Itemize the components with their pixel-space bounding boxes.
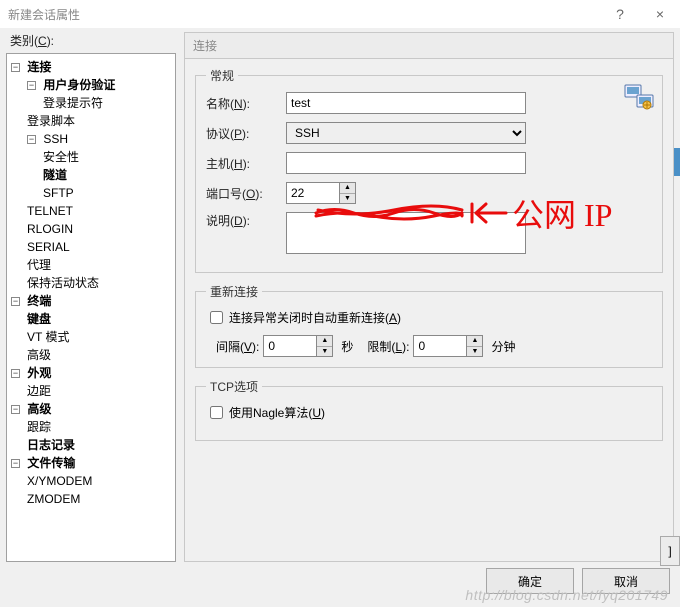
spin-down-icon[interactable]: ▼ (317, 347, 332, 357)
limit-stepper[interactable]: ▲ ▼ (413, 335, 483, 357)
tree-sftp[interactable]: SFTP (43, 186, 74, 200)
right-accent-bar (674, 148, 680, 176)
port-stepper[interactable]: ▲ ▼ (286, 182, 356, 204)
tree-advanced[interactable]: 高级 (27, 402, 51, 416)
help-button[interactable]: ? (600, 0, 640, 28)
tree-toggle-icon[interactable]: − (11, 63, 20, 72)
reconnect-legend: 重新连接 (206, 283, 262, 300)
tree-zmodem[interactable]: ZMODEM (27, 492, 80, 506)
tree-serial[interactable]: SERIAL (27, 240, 70, 254)
interval-input[interactable] (264, 336, 316, 356)
tree-toggle-icon[interactable]: − (11, 297, 20, 306)
category-tree[interactable]: − 连接 − 用户身份验证 登录提示符 登录脚本 (6, 53, 176, 562)
limit-label: 限制(L): (367, 338, 409, 355)
desc-textarea[interactable] (286, 212, 526, 254)
protocol-label: 协议(P): (206, 125, 286, 142)
tree-vtmode[interactable]: VT 模式 (27, 330, 69, 344)
general-group: 常规 名称(N): 协议(P): SSH 主机(H): 端口号(O): (195, 67, 663, 273)
right-column: 连接 常规 名称(N): 协议(P): SSH (184, 32, 674, 562)
spin-down-icon[interactable]: ▼ (340, 194, 355, 204)
port-input[interactable] (287, 183, 339, 203)
general-legend: 常规 (206, 67, 238, 84)
name-label: 名称(N): (206, 95, 286, 112)
interval-unit: 秒 (341, 338, 353, 355)
port-label: 端口号(O): (206, 185, 286, 202)
window-title: 新建会话属性 (8, 6, 80, 23)
spin-up-icon[interactable]: ▲ (467, 336, 482, 347)
tree-user-auth[interactable]: 用户身份验证 (43, 78, 115, 92)
tree-appearance[interactable]: 外观 (27, 366, 51, 380)
titlebar: 新建会话属性 ? × (0, 0, 680, 28)
tree-advanced-term[interactable]: 高级 (27, 348, 51, 362)
desc-label: 说明(D): (206, 212, 286, 229)
left-column: 类别(C): − 连接 − 用户身份验证 登录提示符 (6, 32, 176, 562)
panel-body: 常规 名称(N): 协议(P): SSH 主机(H): 端口号(O): (184, 58, 674, 562)
limit-input[interactable] (414, 336, 466, 356)
tree-telnet[interactable]: TELNET (27, 204, 73, 218)
tree-trace[interactable]: 跟踪 (27, 420, 51, 434)
host-label: 主机(H): (206, 155, 286, 172)
spin-up-icon[interactable]: ▲ (340, 183, 355, 194)
tree-connection[interactable]: 连接 (27, 60, 51, 74)
tree-xymodem[interactable]: X/YMODEM (27, 474, 92, 488)
host-input[interactable] (286, 152, 526, 174)
tree-login-script[interactable]: 登录脚本 (27, 114, 75, 128)
auto-reconnect-label: 连接异常关闭时自动重新连接(A) (229, 309, 401, 326)
tree-toggle-icon[interactable]: − (11, 405, 20, 414)
tree-login-prompt[interactable]: 登录提示符 (43, 96, 103, 110)
close-button[interactable]: × (640, 0, 680, 28)
tree-toggle-icon[interactable]: − (11, 459, 20, 468)
protocol-select[interactable]: SSH (286, 122, 526, 144)
tcp-legend: TCP选项 (206, 378, 262, 395)
tree-security[interactable]: 安全性 (43, 150, 79, 164)
panel-title: 连接 (184, 32, 674, 58)
auto-reconnect-checkbox[interactable] (210, 311, 223, 324)
tree-filetransfer[interactable]: 文件传输 (27, 456, 75, 470)
tree-logging[interactable]: 日志记录 (27, 438, 75, 452)
reconnect-group: 重新连接 连接异常关闭时自动重新连接(A) 间隔(V): ▲ ▼ 秒 (195, 283, 663, 368)
tree-margin[interactable]: 边距 (27, 384, 51, 398)
category-label: 类别(C): (10, 32, 176, 49)
tree-keepalive[interactable]: 保持活动状态 (27, 276, 99, 290)
interval-label: 间隔(V): (216, 338, 259, 355)
interval-stepper[interactable]: ▲ ▼ (263, 335, 333, 357)
tree-proxy[interactable]: 代理 (27, 258, 51, 272)
limit-unit: 分钟 (491, 338, 515, 355)
tree-ssh[interactable]: SSH (43, 132, 68, 146)
tree-keyboard[interactable]: 键盘 (27, 312, 51, 326)
watermark: http://blog.csdn.net/fyq201749 (465, 587, 668, 603)
tree-terminal[interactable]: 终端 (27, 294, 51, 308)
spin-up-icon[interactable]: ▲ (317, 336, 332, 347)
nagle-checkbox[interactable] (210, 406, 223, 419)
content-area: 类别(C): − 连接 − 用户身份验证 登录提示符 (0, 28, 680, 562)
tcp-group: TCP选项 使用Nagle算法(U) (195, 378, 663, 441)
spin-down-icon[interactable]: ▼ (467, 347, 482, 357)
tree-rlogin[interactable]: RLOGIN (27, 222, 73, 236)
side-bracket-button[interactable]: ] (660, 536, 680, 566)
tree-toggle-icon[interactable]: − (11, 369, 20, 378)
tree-toggle-icon[interactable]: − (27, 81, 36, 90)
name-input[interactable] (286, 92, 526, 114)
nagle-label: 使用Nagle算法(U) (229, 404, 325, 421)
tree-tunnel[interactable]: 隧道 (43, 168, 67, 182)
tree-toggle-icon[interactable]: − (27, 135, 36, 144)
